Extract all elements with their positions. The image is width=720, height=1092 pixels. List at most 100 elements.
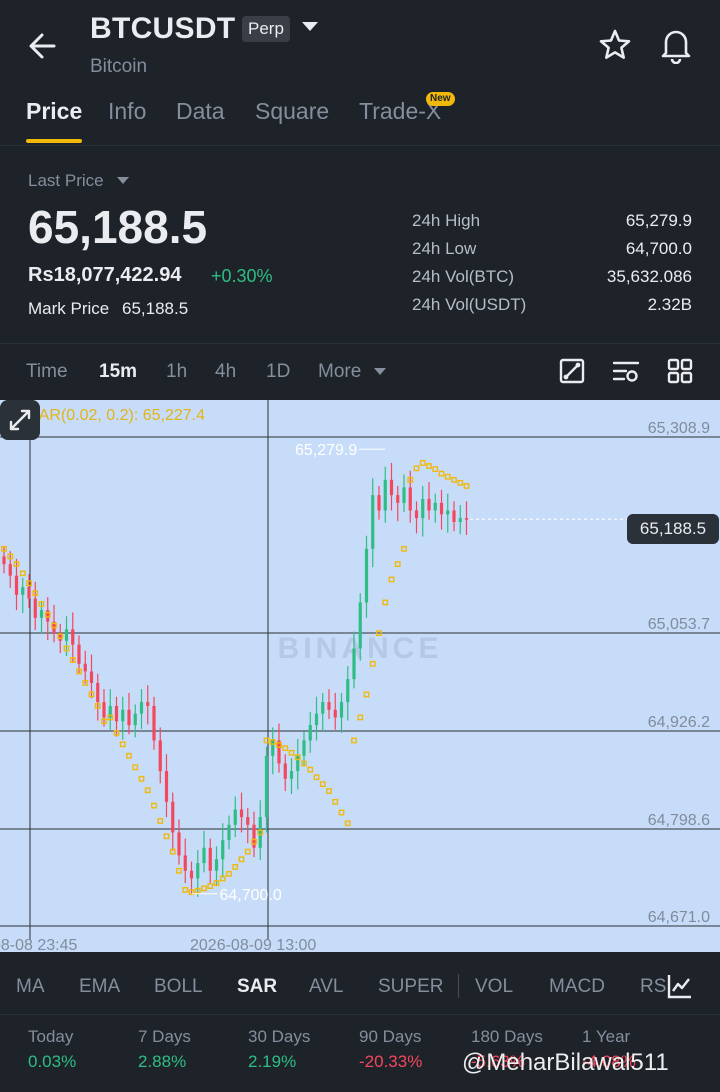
candle-body [164,771,169,802]
candle-body [289,771,294,779]
stat-value-24h-high: 65,279.9 [625,211,692,230]
candle-body [302,740,306,756]
tab-info[interactable]: Info [108,98,146,125]
drawing-tool-icon[interactable] [558,357,586,385]
divider [0,343,720,344]
timeframe-15m[interactable]: 15m [99,361,137,383]
indicator-settings-icon[interactable] [612,357,640,385]
sar-dot [182,887,189,893]
sar-dot [451,476,457,483]
candle-body [433,502,437,511]
stat-value-24h-vol-btc: 35,632.086 [606,267,692,286]
fullscreen-expand-icon[interactable] [0,400,40,440]
candle-body [321,702,325,714]
sar-dot [307,766,314,773]
stat-value-24h-low: 64,700.0 [625,239,692,258]
sar-dot [419,460,426,466]
sar-dot [126,752,132,759]
indicator-ema[interactable]: EMA [79,976,120,998]
indicator-sar[interactable]: SAR [237,976,277,998]
sar-dot [263,737,270,744]
symbol-title[interactable]: BTCUSDT [90,12,235,46]
candle-body [121,709,125,722]
sar-dot [426,463,432,469]
sar-indicator-label: SAR(0.02, 0.2): 65,227.4 [28,407,205,424]
timeframe-1h[interactable]: 1h [166,361,187,383]
candle-body [89,671,94,683]
candle-body [414,510,419,519]
sar-dot [326,788,332,794]
sar-dot [457,479,464,486]
candle-body [458,518,462,522]
divider [0,1014,720,1015]
sar-dot [388,576,395,583]
sar-dot [332,798,339,805]
candle-body [446,510,450,515]
sar-dot [232,864,239,870]
sar-dot [338,809,345,816]
indicator-macd[interactable]: MACD [549,976,605,998]
user-watermark: @MeharBilawal511 [462,1049,669,1076]
tab-square[interactable]: Square [255,98,329,125]
favorite-star-icon[interactable] [598,28,632,62]
sar-dot [319,781,326,788]
timeframe-time[interactable]: Time [26,361,68,383]
symbol-dropdown-icon[interactable] [302,22,318,31]
active-tab-indicator [26,139,82,143]
layout-grid-icon[interactable] [666,357,694,385]
candle-body [8,564,12,576]
candle-body [383,479,387,511]
candle-body [83,663,87,672]
candle-body [271,740,275,756]
candle-body [139,702,144,714]
candle-body [346,679,350,703]
indicator-chart-icon[interactable] [666,972,694,1000]
indicator-avl[interactable]: AVL [309,976,344,998]
perf-label-7-days: 7 Days [138,1027,191,1046]
sar-dot [157,818,164,824]
x-axis-tick-label: 08-08 23:45 [0,937,78,952]
candle-body [396,495,400,503]
last-price-label[interactable]: Last Price [28,171,104,191]
more-dropdown-icon[interactable] [374,368,386,375]
sar-dot [357,714,364,721]
timeframe-4h[interactable]: 4h [215,361,236,383]
candle-body [308,725,312,741]
sar-dot [219,875,226,882]
timeframe-1d[interactable]: 1D [266,361,290,383]
indicator-vol[interactable]: VOL [475,976,513,998]
candle-body [352,648,356,680]
sar-dot [438,470,445,477]
candle-body [27,587,31,599]
perf-value-90-days: -20.33% [359,1052,423,1071]
candle-body [102,702,106,718]
indicator-ma[interactable]: MA [16,976,45,998]
candle-body [327,702,331,710]
alert-bell-icon[interactable] [658,26,694,64]
stat-label-24h-vol-usdt: 24h Vol(USDT) [412,295,527,314]
candle-body [221,840,225,860]
candle-body [64,629,69,641]
timeframe-more[interactable]: More [318,361,361,383]
indicator-rsi[interactable]: RSI [640,976,666,998]
perf-label-90-days: 90 Days [359,1027,422,1046]
candle-body [283,763,287,779]
candle-body [264,755,269,818]
sar-dot [132,764,139,771]
indicator-boll[interactable]: BOLL [154,976,203,998]
perp-badge: Perp [242,16,290,42]
last-price-dropdown-icon[interactable] [117,177,129,184]
price-chart[interactable]: BINANCE 65,308.9 65,053.7 64,926.2 64,798.6 6… [0,400,720,952]
indicator-super[interactable]: SUPER [378,976,443,998]
candle-body [158,740,162,772]
candle-body [421,498,425,519]
tab-price[interactable]: Price [26,98,82,125]
candle-body [183,855,187,871]
candle-body [146,702,150,706]
candle-body [408,487,412,511]
back-arrow-icon[interactable] [24,28,64,64]
perf-label-30-days: 30 Days [248,1027,311,1046]
chart-canvas[interactable]: BINANCE65,308.965,053.764,926.264,798.66… [0,400,720,952]
tab-data[interactable]: Data [176,98,225,125]
candle-body [14,575,19,595]
